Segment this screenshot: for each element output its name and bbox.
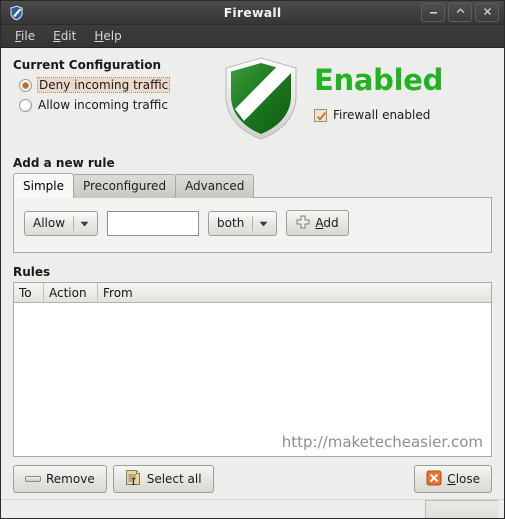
current-configuration-heading: Current Configuration: [13, 58, 162, 72]
menu-edit-mnemonic: E: [53, 29, 61, 43]
add-rule-heading: Add a new rule: [13, 156, 115, 170]
select-all-button-label: Select all: [146, 472, 202, 486]
firewall-enabled-checkbox[interactable]: [314, 108, 327, 122]
rules-heading: Rules: [13, 265, 51, 279]
document-select-icon: [125, 469, 142, 489]
add-rule-tabs: Simple Preconfigured Advanced: [13, 173, 492, 198]
tab-simple[interactable]: Simple: [13, 173, 74, 198]
action-bar: Remove Select all Close: [1, 457, 504, 499]
configuration-status-row: Current Configuration Deny incoming traf…: [13, 56, 492, 142]
close-dialog-button-label: Close: [447, 472, 480, 486]
add-button-rest: dd: [323, 216, 339, 230]
action-select-value: Allow: [33, 216, 66, 230]
rules-section: Rules To Action From http://maketecheasi…: [13, 265, 492, 457]
left-action-buttons: Remove Select all: [13, 465, 214, 493]
title-bar: Firewall: [1, 1, 504, 25]
menu-file-rest: ile: [21, 29, 36, 43]
radio-allow-incoming-label: Allow incoming traffic: [38, 98, 168, 112]
firewall-window: Firewall File Edit Help Current Configur…: [0, 0, 505, 519]
remove-button-label: Remove: [46, 472, 95, 486]
window-shield-icon: [7, 4, 25, 22]
direction-select[interactable]: both: [208, 210, 278, 236]
firewall-enabled-checkbox-row[interactable]: Firewall enabled: [314, 108, 443, 122]
add-rule-form: Allow both Add: [24, 210, 481, 236]
plus-icon: [296, 215, 310, 232]
rules-column-action[interactable]: Action: [44, 283, 98, 302]
action-select-separator: [73, 215, 75, 231]
radio-allow-incoming[interactable]: Allow incoming traffic: [13, 95, 218, 115]
radio-deny-incoming-label: Deny incoming traffic: [36, 77, 171, 93]
watermark-text: http://maketecheasier.com: [281, 433, 483, 451]
close-button[interactable]: [475, 3, 499, 22]
tab-panel-simple: Allow both Add: [13, 197, 492, 253]
menu-file[interactable]: File: [7, 27, 43, 45]
menu-edit-rest: dit: [60, 29, 77, 43]
status-bar: [1, 499, 504, 518]
radio-deny-incoming[interactable]: Deny incoming traffic: [13, 75, 218, 95]
direction-select-value: both: [217, 216, 245, 230]
rule-target-input[interactable]: [107, 210, 200, 236]
menu-help-rest: elp: [103, 29, 122, 43]
action-select[interactable]: Allow: [24, 210, 99, 236]
menu-bar: File Edit Help: [1, 25, 504, 48]
direction-select-separator: [252, 215, 254, 231]
firewall-status-group: Enabled Firewall enabled: [218, 56, 492, 142]
resize-grip[interactable]: [425, 500, 498, 518]
minimize-button[interactable]: [421, 3, 445, 22]
menu-edit[interactable]: Edit: [45, 27, 84, 45]
add-rule-button-label: Add: [315, 216, 338, 230]
rules-table-body[interactable]: http://maketecheasier.com: [14, 303, 491, 456]
close-x-icon: [426, 470, 442, 489]
radio-deny-incoming-indicator[interactable]: [19, 78, 32, 92]
close-button-rest: lose: [455, 472, 480, 486]
chevron-down-icon: [80, 216, 89, 230]
close-button-mnemonic: C: [447, 472, 456, 486]
rules-column-from[interactable]: From: [98, 283, 491, 302]
status-text-column: Enabled Firewall enabled: [300, 58, 443, 122]
add-rule-button[interactable]: Add: [286, 210, 349, 236]
main-content: Current Configuration Deny incoming traf…: [1, 48, 504, 457]
shield-status-icon: [222, 56, 300, 142]
chevron-down-icon: [259, 216, 268, 230]
remove-button[interactable]: Remove: [13, 465, 107, 493]
check-icon: [316, 111, 327, 121]
maximize-button[interactable]: [448, 3, 472, 22]
rules-table[interactable]: To Action From http://maketecheasier.com: [13, 282, 492, 457]
firewall-state-label: Enabled: [314, 63, 444, 97]
tab-advanced[interactable]: Advanced: [175, 174, 255, 198]
radio-allow-incoming-indicator[interactable]: [19, 98, 32, 112]
menu-help[interactable]: Help: [86, 27, 129, 45]
add-rule-section: Add a new rule Simple Preconfigured Adva…: [13, 156, 492, 253]
firewall-enabled-label: Firewall enabled: [333, 108, 431, 122]
window-controls: [421, 3, 501, 22]
close-dialog-button[interactable]: Close: [414, 465, 492, 493]
minus-icon: [25, 476, 41, 482]
rules-table-header: To Action From: [14, 283, 491, 303]
tab-preconfigured[interactable]: Preconfigured: [72, 174, 177, 198]
current-configuration-group: Current Configuration Deny incoming traf…: [13, 58, 218, 115]
select-all-button[interactable]: Select all: [112, 465, 214, 493]
rules-column-to[interactable]: To: [14, 283, 44, 302]
